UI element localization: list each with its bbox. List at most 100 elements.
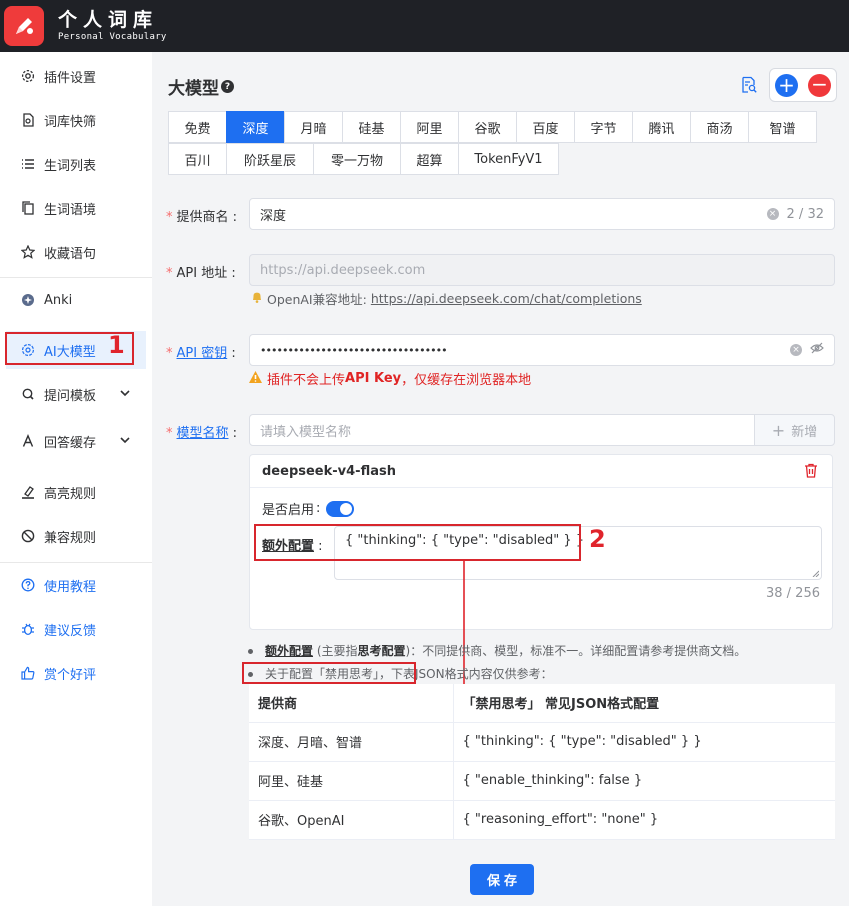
sidebar-item-favorites[interactable]: 收藏语句 [6, 233, 146, 271]
sidebar-item-rate[interactable]: 赏个好评 [6, 654, 146, 692]
sidebar-item-prompt-template[interactable]: 提问模板 [6, 375, 146, 413]
chevron-down-icon [120, 434, 130, 449]
warning-icon [248, 370, 263, 388]
tab-free[interactable]: 免费 [168, 111, 227, 143]
sidebar-item-label: Anki [44, 292, 73, 308]
note-extra-config: 额外配置 (主要指思考配置)：不同提供商、模型，标准不一。详细配置请参考提供商文… [248, 642, 746, 659]
tab-lingyiwanwu[interactable]: 零一万物 [313, 143, 401, 175]
pencil-logo-icon [16, 18, 33, 34]
model-name-label: * 模型名称 : [166, 426, 238, 441]
api-key-input[interactable]: •••••••••••••••••••••••••••••••••• × [249, 334, 835, 366]
provider-name-label: * 提供商名 : [166, 210, 238, 225]
help-circle-icon [20, 577, 36, 593]
sidebar-item-anki[interactable]: Anki [6, 281, 146, 319]
save-button[interactable]: 保存 [470, 864, 534, 895]
sidebar-item-word-context[interactable]: 生词语境 [6, 189, 146, 227]
add-model-button[interactable]: + 新增 [754, 414, 835, 446]
tab-deepseek[interactable]: 深度 [226, 111, 285, 143]
model-card-header: deepseek-v4-flash [250, 455, 832, 488]
api-url-hint: OpenAI兼容地址: https://api.deepseek.com/cha… [250, 289, 642, 308]
app-logo [4, 6, 44, 46]
sidebar-item-label: 生词语境 [44, 202, 97, 218]
provider-name-input[interactable]: 深度 × 2 / 32 [249, 198, 835, 230]
sidebar-item-label: 收藏语句 [44, 246, 97, 262]
block-icon [20, 528, 36, 544]
table-row: 谷歌、OpenAI { "reasoning_effort": "none" } [249, 800, 835, 840]
tab-baidu[interactable]: 百度 [516, 111, 575, 143]
clear-icon[interactable]: × [766, 208, 779, 220]
gear-icon [20, 68, 36, 84]
tab-google[interactable]: 谷歌 [458, 111, 517, 143]
doc-search-icon[interactable] [740, 76, 758, 98]
tab-moonshot[interactable]: 月暗 [284, 111, 343, 143]
eye-off-icon[interactable] [810, 341, 824, 359]
list-icon [20, 156, 36, 172]
sidebar-divider [0, 277, 152, 278]
api-key-label: * API 密钥 : [166, 346, 236, 361]
annotation-number-1: 1 [108, 331, 125, 359]
annotation-number-2: 2 [589, 525, 606, 553]
remove-provider-button[interactable]: − [808, 74, 831, 97]
bug-icon [20, 621, 36, 637]
api-url-label: * API 地址 : [166, 266, 236, 281]
trash-icon[interactable] [804, 463, 818, 482]
model-name-input[interactable]: 请填入模型名称 [249, 414, 755, 446]
sidebar-item-feedback[interactable]: 建议反馈 [6, 610, 146, 648]
help-icon[interactable]: ? [221, 80, 234, 93]
tab-baichuan[interactable]: 百川 [168, 143, 227, 175]
table-row: 深度、月暗、智谱 { "thinking": { "type": "disabl… [249, 722, 835, 762]
document-search-icon [20, 112, 36, 128]
anki-icon [20, 292, 36, 308]
enable-label: 是否启用 [262, 503, 315, 518]
table-row: 阿里、硅基 { "enable_thinking": false } [249, 761, 835, 801]
tab-tencent[interactable]: 腾讯 [632, 111, 691, 143]
sidebar-item-label: 回答缓存 [44, 435, 97, 451]
tab-siliconflow[interactable]: 硅基 [342, 111, 401, 143]
sidebar-item-answer-cache[interactable]: 回答缓存 [6, 422, 146, 460]
enable-row: 是否启用: [262, 499, 355, 518]
tab-zhipu[interactable]: 智谱 [748, 111, 817, 143]
sidebar-item-highlight-rules[interactable]: 高亮规则 [6, 473, 146, 511]
sidebar-item-quick-filter[interactable]: 词库快筛 [6, 101, 146, 139]
add-provider-button[interactable]: + [775, 74, 798, 97]
letter-a-icon [20, 433, 36, 449]
sidebar: 插件设置 词库快筛 生词列表 生词语境 收藏语句 Anki AI大模型 1 提问… [0, 52, 152, 906]
app-title: 个人词库 [58, 9, 159, 31]
sidebar-item-label: 使用教程 [44, 579, 97, 595]
sidebar-item-label: 词库快筛 [44, 114, 97, 130]
api-url-input[interactable]: https://api.deepseek.com [249, 254, 835, 286]
add-remove-group: + − [769, 68, 837, 102]
tab-bytedance[interactable]: 字节 [574, 111, 633, 143]
app-header: 个人词库 Personal Vocabulary [0, 0, 849, 52]
sidebar-item-label: 插件设置 [44, 70, 97, 86]
page-title: 大模型 ? [168, 74, 234, 99]
plus-icon: + [771, 420, 786, 440]
tab-sensetime[interactable]: 商汤 [690, 111, 749, 143]
sidebar-item-label: 生词列表 [44, 158, 97, 174]
sidebar-item-tutorial[interactable]: 使用教程 [6, 566, 146, 604]
bell-icon [250, 290, 264, 307]
clear-icon[interactable]: × [790, 344, 802, 356]
thinking-config-table: 提供商 「禁用思考」 常见JSON格式配置 深度、月暗、智谱 { "thinki… [249, 684, 835, 840]
question-icon [20, 386, 36, 402]
api-doc-link[interactable]: https://api.deepseek.com/chat/completion… [371, 291, 642, 306]
chevron-down-icon [120, 387, 130, 402]
sidebar-item-plugin-settings[interactable]: 插件设置 [6, 57, 146, 95]
sidebar-item-label: 赏个好评 [44, 667, 97, 683]
enable-switch[interactable] [326, 500, 355, 517]
sidebar-item-label: 建议反馈 [44, 623, 97, 639]
sidebar-item-word-list[interactable]: 生词列表 [6, 145, 146, 183]
sidebar-item-compat-rules[interactable]: 兼容规则 [6, 517, 146, 555]
tab-stepfun[interactable]: 阶跃星辰 [226, 143, 314, 175]
tab-supercomputing[interactable]: 超算 [400, 143, 459, 175]
sidebar-item-label: 高亮规则 [44, 486, 97, 502]
thumbs-up-icon [20, 665, 36, 681]
table-header-row: 提供商 「禁用思考」 常见JSON格式配置 [249, 684, 835, 723]
copy-document-icon [20, 200, 36, 216]
tab-alibaba[interactable]: 阿里 [400, 111, 459, 143]
char-counter: 2 / 32 [786, 206, 824, 222]
highlight-icon [20, 484, 36, 500]
annotation-box-3 [242, 662, 416, 684]
tab-tokenfy[interactable]: TokenFyV1 [458, 143, 559, 175]
api-key-warning: 插件不会上传 API Key ，仅缓存在浏览器本地 [248, 369, 531, 388]
